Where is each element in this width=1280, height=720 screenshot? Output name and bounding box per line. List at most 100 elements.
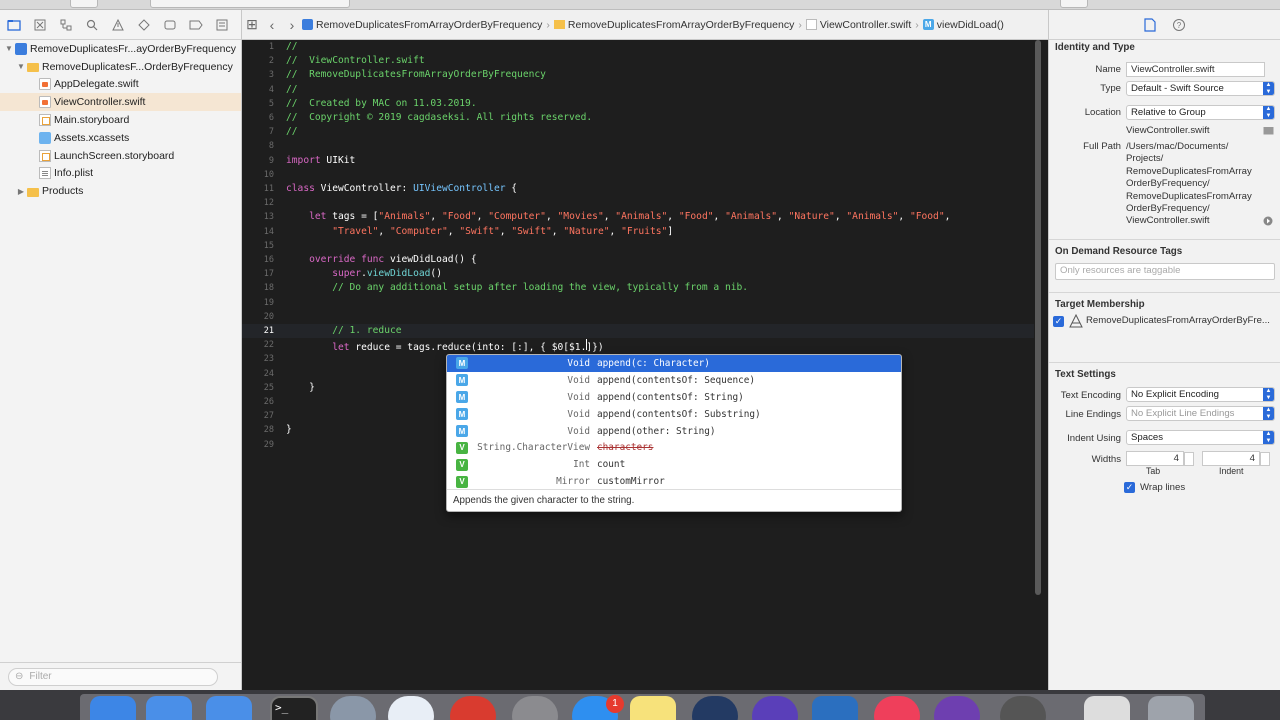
tab-width-field[interactable]: 4 xyxy=(1126,451,1184,466)
indent-label: Indent Using xyxy=(1067,433,1121,444)
navigator-item[interactable]: ▶ Products xyxy=(0,182,241,200)
breadcrumb-project[interactable]: RemoveDuplicatesFromArrayOrderByFrequenc… xyxy=(302,19,542,31)
related-items-icon[interactable]: ⊞ xyxy=(242,16,262,33)
completion-item[interactable]: V Int count xyxy=(447,456,901,473)
code-line[interactable]: "Travel", "Computer", "Swift", "Swift", … xyxy=(286,226,673,237)
navigator-item[interactable]: LaunchScreen.storyboard xyxy=(0,147,241,165)
navigator-item[interactable]: ▼ RemoveDuplicatesFr...ayOrderByFrequency xyxy=(0,40,241,58)
code-line[interactable]: // xyxy=(286,84,298,95)
disclosure-triangle-icon[interactable]: ▼ xyxy=(16,62,26,71)
editor-mode-button[interactable] xyxy=(1060,0,1088,8)
disclosure-triangle-icon[interactable]: ▼ xyxy=(4,44,14,53)
code-line[interactable]: // Copyright © 2019 cagdaseksi. All righ… xyxy=(286,112,592,123)
debug-icon[interactable] xyxy=(160,15,180,35)
type-select[interactable]: Default - Swift Source ▲ ▼ xyxy=(1126,81,1275,96)
wrap-lines-checkbox[interactable]: ✓ xyxy=(1124,482,1135,493)
code-line[interactable]: // xyxy=(286,126,298,137)
navigator-item[interactable]: Assets.xcassets xyxy=(0,129,241,147)
target-name: RemoveDuplicatesFromArrayOrderByFre... xyxy=(1086,315,1270,326)
code-token: // 1. reduce xyxy=(286,325,402,336)
terminal-icon[interactable]: >_ xyxy=(270,696,318,720)
code-line[interactable]: import UIKit xyxy=(286,155,355,166)
completion-return-type: Mirror xyxy=(556,476,590,488)
folder-icon[interactable] xyxy=(1263,125,1274,135)
code-line[interactable]: } xyxy=(286,382,315,393)
completion-item[interactable]: M Void append(other: String) xyxy=(447,423,901,440)
completion-item[interactable]: V String.CharacterView characters xyxy=(447,439,901,456)
completion-item[interactable]: M Void append(contentsOf: Sequence) xyxy=(447,372,901,389)
breakpoint-icon[interactable] xyxy=(186,15,206,35)
name-label: Name xyxy=(1095,64,1121,75)
forward-button[interactable]: › xyxy=(282,17,302,33)
search-icon[interactable] xyxy=(82,15,102,35)
report-icon[interactable] xyxy=(212,15,232,35)
code-line[interactable]: } xyxy=(286,424,292,435)
hierarchy-icon[interactable] xyxy=(56,15,76,35)
breadcrumb-method[interactable]: M viewDidLoad() xyxy=(922,19,1004,31)
help-icon[interactable]: ? xyxy=(1172,18,1186,32)
navigator-item[interactable]: Main.storyboard xyxy=(0,111,241,129)
filter-input[interactable]: ⊖ Filter xyxy=(8,667,218,686)
location-select[interactable]: Relative to Group ▲ ▼ xyxy=(1126,105,1275,120)
name-field[interactable]: ViewController.swift xyxy=(1126,62,1265,77)
downloads-stack-icon[interactable] xyxy=(1084,696,1130,720)
completion-item[interactable]: M Void append(contentsOf: Substring) xyxy=(447,406,901,423)
navigator-item[interactable]: Info.plist xyxy=(0,165,241,183)
trash-icon[interactable] xyxy=(1148,696,1194,720)
code-line[interactable]: let reduce = tags.reduce(into: [:], { $0… xyxy=(286,339,604,353)
test-icon[interactable] xyxy=(134,15,154,35)
line-endings-select[interactable]: No Explicit Line Endings ▲ ▼ xyxy=(1126,406,1275,421)
completion-item[interactable]: M Void append(c: Character) xyxy=(447,355,901,372)
scheme-selector[interactable] xyxy=(150,0,350,8)
xcode-folder-icon[interactable] xyxy=(146,696,192,720)
completion-item[interactable]: M Void append(contentsOf: String) xyxy=(447,389,901,406)
code-token: , xyxy=(499,225,512,237)
code-line[interactable]: class ViewController: UIViewController { xyxy=(286,183,517,194)
code-line[interactable]: let tags = ["Animals", "Food", "Computer… xyxy=(286,211,950,222)
reveal-arrow-icon[interactable] xyxy=(1263,216,1273,226)
finder-icon[interactable] xyxy=(90,696,136,720)
code-line[interactable]: // Do any additional setup after loading… xyxy=(286,282,748,293)
method-icon: M xyxy=(456,425,468,437)
vscode-icon[interactable] xyxy=(812,696,858,720)
completion-item[interactable]: V Mirror customMirror xyxy=(447,473,901,490)
indent-width-field[interactable]: 4 xyxy=(1202,451,1260,466)
completion-return-type: Void xyxy=(567,374,590,386)
code-token: , xyxy=(447,225,460,237)
project-icon xyxy=(302,19,313,30)
breadcrumb-file[interactable]: ViewController.swift xyxy=(805,19,911,31)
code-token: , xyxy=(603,211,616,223)
tab-stepper[interactable] xyxy=(1184,452,1194,466)
completion-name: append(contentsOf: Sequence) xyxy=(597,374,756,386)
back-button[interactable]: ‹ xyxy=(262,17,282,33)
indent-select[interactable]: Spaces ▲ ▼ xyxy=(1126,430,1275,445)
editor-scrollbar[interactable] xyxy=(1034,40,1042,600)
code-line[interactable]: // xyxy=(286,41,298,52)
folder-icon[interactable] xyxy=(4,15,24,35)
breadcrumb-group[interactable]: RemoveDuplicatesFromArrayOrderByFrequenc… xyxy=(553,19,794,31)
swift-file-icon xyxy=(805,19,817,30)
code-line[interactable]: override func viewDidLoad() { xyxy=(286,254,477,265)
odr-tags-field[interactable]: Only resources are taggable xyxy=(1055,263,1275,280)
file-inspector-icon[interactable] xyxy=(1143,17,1156,32)
encoding-select[interactable]: No Explicit Encoding ▲ ▼ xyxy=(1126,387,1275,402)
indent-stepper[interactable] xyxy=(1260,452,1270,466)
code-line[interactable]: super.viewDidLoad() xyxy=(286,268,442,279)
code-line[interactable]: // 1. reduce xyxy=(286,325,402,336)
navigator-item[interactable]: ▼ RemoveDuplicatesF...OrderByFrequency xyxy=(0,58,241,76)
warning-icon[interactable] xyxy=(108,15,128,35)
line-number: 8 xyxy=(268,141,274,152)
code-token: tags = [ xyxy=(326,211,379,223)
target-checkbox[interactable]: ✓ xyxy=(1053,316,1064,327)
code-line[interactable]: // Created by MAC on 11.03.2019. xyxy=(286,98,477,109)
source-control-icon[interactable] xyxy=(30,15,50,35)
navigator-item[interactable]: ViewController.swift xyxy=(0,93,241,112)
disclosure-triangle-icon[interactable]: ▶ xyxy=(16,187,26,196)
code-line[interactable]: // RemoveDuplicatesFromArrayOrderByFrequ… xyxy=(286,69,546,80)
downloads-folder-icon[interactable] xyxy=(206,696,252,720)
navigator-item[interactable]: AppDelegate.swift xyxy=(0,76,241,94)
completion-name: append(other: String) xyxy=(597,425,716,437)
notes-icon[interactable] xyxy=(630,696,676,720)
code-line[interactable]: // ViewController.swift xyxy=(286,55,425,66)
run-button[interactable] xyxy=(70,0,98,8)
